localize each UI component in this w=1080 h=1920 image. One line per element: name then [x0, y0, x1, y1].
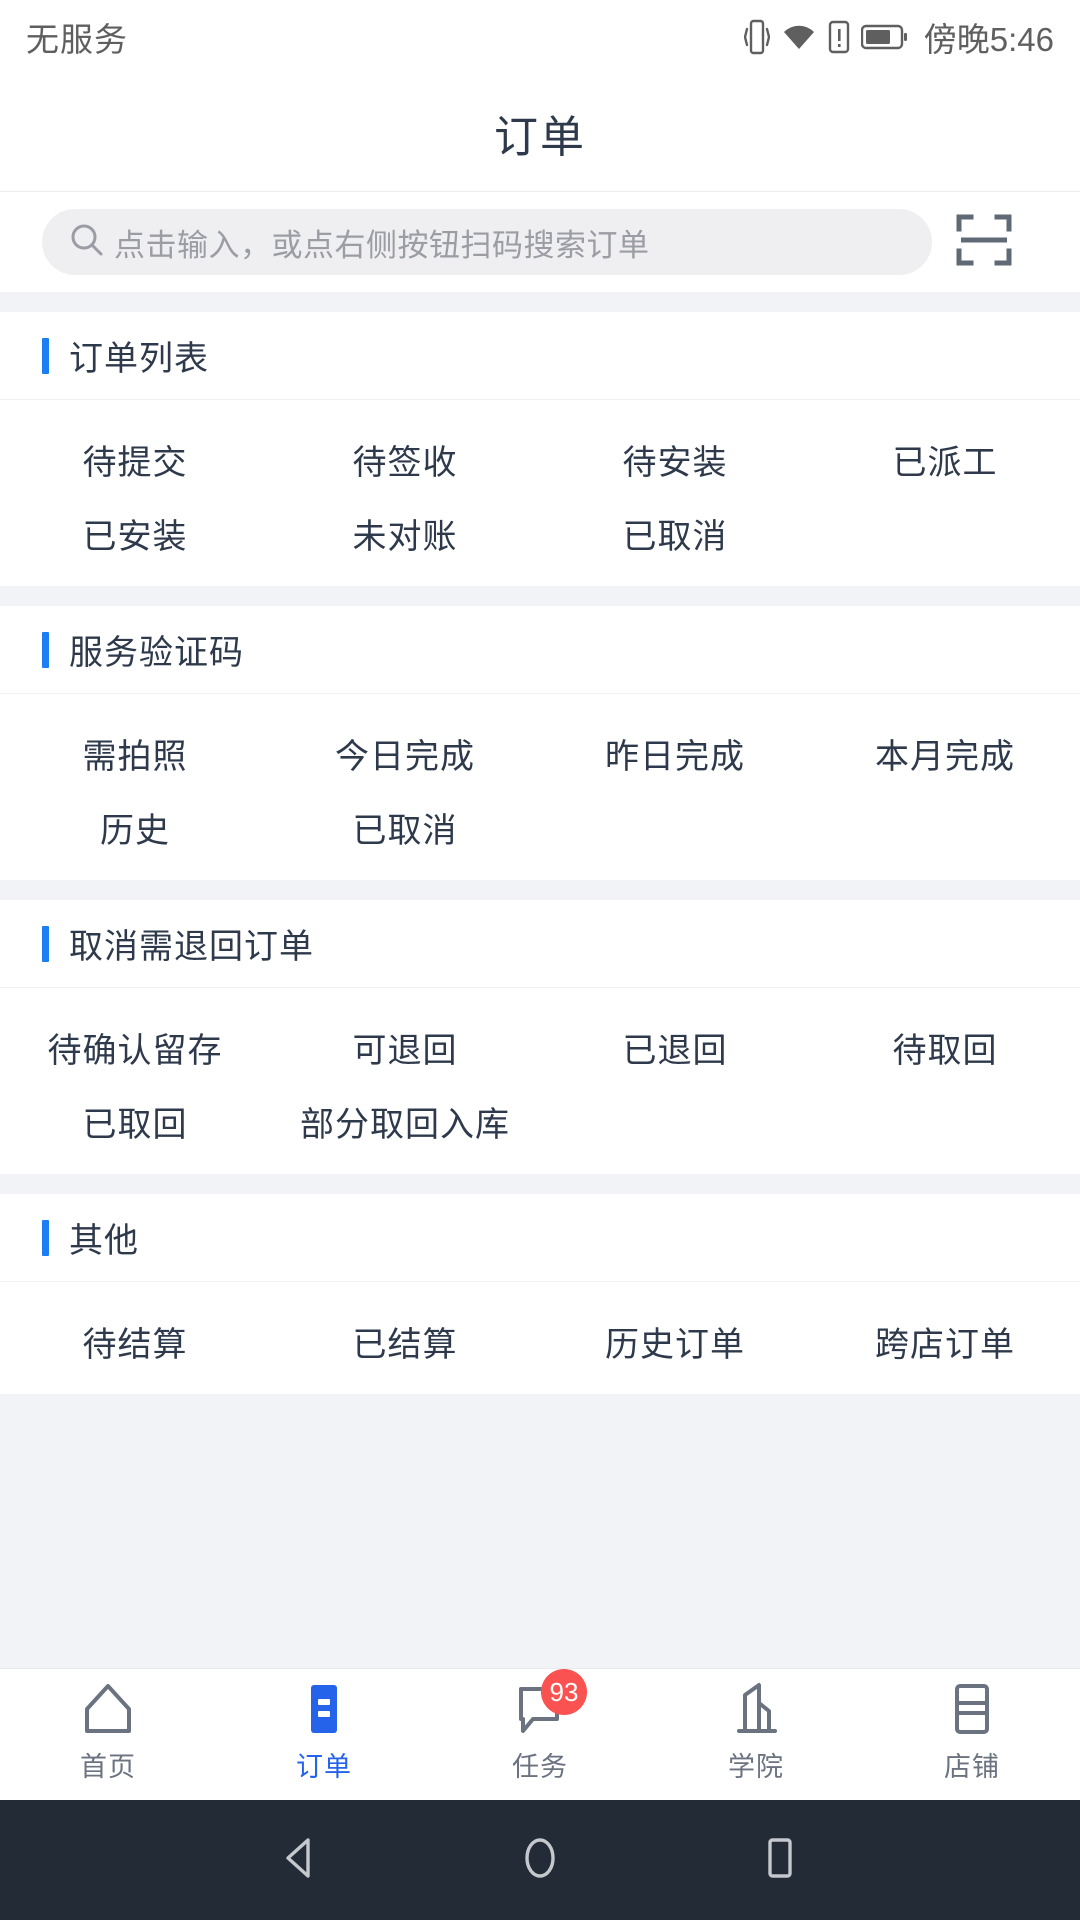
section-header: 其他: [0, 1194, 1080, 1282]
section-grid: 待结算 已结算 历史订单 跨店订单: [0, 1282, 1080, 1394]
android-nav-bar: [0, 1800, 1080, 1920]
tab-label: 首页: [80, 1752, 136, 1782]
search-icon: [68, 221, 106, 264]
home-button[interactable]: [485, 1805, 595, 1915]
grid-item[interactable]: 已取回: [0, 1084, 270, 1158]
battery-icon: [860, 24, 907, 50]
vibrate-icon: [743, 18, 770, 56]
status-icons: 傍晚5:46: [743, 13, 1054, 61]
wifi-icon: [781, 21, 817, 53]
grid-item[interactable]: 已取消: [540, 496, 810, 570]
section-cancel-return: 取消需退回订单 待确认留存 可退回 已退回 待取回 已取回 部分取回入库: [0, 900, 1080, 1174]
tab-label: 订单: [296, 1752, 352, 1782]
search-placeholder: 点击输入，或点右侧按钮扫码搜索订单: [114, 227, 650, 263]
status-bar: 无服务 傍晚5:46: [0, 0, 1080, 74]
section-title: 服务验证码: [69, 634, 244, 672]
section-grid: 需拍照 今日完成 昨日完成 本月完成 历史 已取消: [0, 694, 1080, 880]
section-title: 取消需退回订单: [69, 928, 314, 966]
tab-orders[interactable]: 订单: [216, 1681, 432, 1784]
section-title: 其他: [69, 1222, 139, 1260]
grid-item[interactable]: 待安装: [540, 422, 810, 496]
tab-label: 学院: [728, 1752, 784, 1782]
grid-item[interactable]: 已派工: [810, 422, 1080, 496]
clock-label: 傍晚5:46: [923, 21, 1054, 58]
section-grid: 待确认留存 可退回 已退回 待取回 已取回 部分取回入库: [0, 988, 1080, 1174]
grid-item[interactable]: 昨日完成: [540, 716, 810, 790]
grid-item[interactable]: 待提交: [0, 422, 270, 496]
grid-item[interactable]: 跨店订单: [810, 1304, 1080, 1378]
grid-item[interactable]: 已取消: [270, 790, 540, 864]
grid-item[interactable]: 已结算: [270, 1304, 540, 1378]
search-row: 点击输入，或点右侧按钮扫码搜索订单: [0, 192, 1080, 292]
grid-item[interactable]: 待取回: [810, 1010, 1080, 1084]
academy-building-icon: [729, 1681, 783, 1737]
section-header: 取消需退回订单: [0, 900, 1080, 988]
grid-item[interactable]: 已退回: [540, 1010, 810, 1084]
task-badge: 93: [541, 1669, 587, 1715]
grid-item-empty: [540, 1084, 810, 1158]
title-bar: 订单: [0, 74, 1080, 192]
grid-item[interactable]: 待确认留存: [0, 1010, 270, 1084]
orders-icon: [297, 1681, 351, 1737]
back-triangle-icon: [274, 1832, 326, 1889]
section-header: 订单列表: [0, 312, 1080, 400]
tab-label: 任务: [512, 1752, 568, 1782]
section-grid: 待提交 待签收 待安装 已派工 已安装 未对账 已取消: [0, 400, 1080, 586]
bottom-tab-bar: 首页 订单 93 任务 学院 店铺: [0, 1668, 1080, 1800]
scan-code-icon: [955, 211, 1013, 274]
section-other: 其他 待结算 已结算 历史订单 跨店订单: [0, 1194, 1080, 1394]
back-button[interactable]: [245, 1805, 355, 1915]
tab-tasks[interactable]: 93 任务: [432, 1669, 648, 1784]
section-service-code: 服务验证码 需拍照 今日完成 昨日完成 本月完成 历史 已取消: [0, 606, 1080, 880]
tab-academy[interactable]: 学院: [648, 1681, 864, 1784]
section-gap: [0, 292, 1080, 312]
grid-item[interactable]: 本月完成: [810, 716, 1080, 790]
page-title: 订单: [494, 112, 586, 162]
search-input[interactable]: 点击输入，或点右侧按钮扫码搜索订单: [42, 209, 932, 275]
accent-bar: [42, 1219, 49, 1256]
sim-alert-icon: [828, 20, 850, 54]
tab-home[interactable]: 首页: [0, 1681, 216, 1784]
grid-item[interactable]: 可退回: [270, 1010, 540, 1084]
carrier-label: 无服务: [26, 21, 128, 58]
grid-item-empty: [810, 1084, 1080, 1158]
section-header: 服务验证码: [0, 606, 1080, 694]
sections-container: 订单列表 待提交 待签收 待安装 已派工 已安装 未对账 已取消 服务验证码 需…: [0, 292, 1080, 1668]
accent-bar: [42, 337, 49, 374]
grid-item[interactable]: 已安装: [0, 496, 270, 570]
section-title: 订单列表: [69, 340, 209, 378]
grid-item-empty: [540, 790, 810, 864]
recents-square-icon: [754, 1832, 806, 1889]
grid-item[interactable]: 待签收: [270, 422, 540, 496]
grid-item[interactable]: 历史订单: [540, 1304, 810, 1378]
section-gap: [0, 586, 1080, 606]
task-chat-icon: 93: [513, 1669, 587, 1737]
recents-button[interactable]: [725, 1805, 835, 1915]
home-circle-icon: [514, 1832, 566, 1889]
accent-bar: [42, 925, 49, 962]
section-gap: [0, 880, 1080, 900]
section-gap: [0, 1174, 1080, 1194]
home-icon: [81, 1681, 135, 1737]
tab-label: 店铺: [944, 1752, 1000, 1782]
grid-item[interactable]: 需拍照: [0, 716, 270, 790]
grid-item-empty: [810, 790, 1080, 864]
grid-item[interactable]: 历史: [0, 790, 270, 864]
shop-icon: [945, 1681, 999, 1737]
grid-item[interactable]: 今日完成: [270, 716, 540, 790]
grid-item[interactable]: 待结算: [0, 1304, 270, 1378]
grid-item[interactable]: 未对账: [270, 496, 540, 570]
app-root: 无服务 傍晚5:46 订单 点击输入，或点右侧按钮扫码搜索订单 订单列表 待提交…: [0, 0, 1080, 1920]
grid-item[interactable]: 部分取回入库: [270, 1084, 540, 1158]
scan-code-button[interactable]: [936, 200, 1032, 284]
section-order-list: 订单列表 待提交 待签收 待安装 已派工 已安装 未对账 已取消: [0, 312, 1080, 586]
grid-item-empty: [810, 496, 1080, 570]
accent-bar: [42, 631, 49, 668]
tab-shop[interactable]: 店铺: [864, 1681, 1080, 1784]
